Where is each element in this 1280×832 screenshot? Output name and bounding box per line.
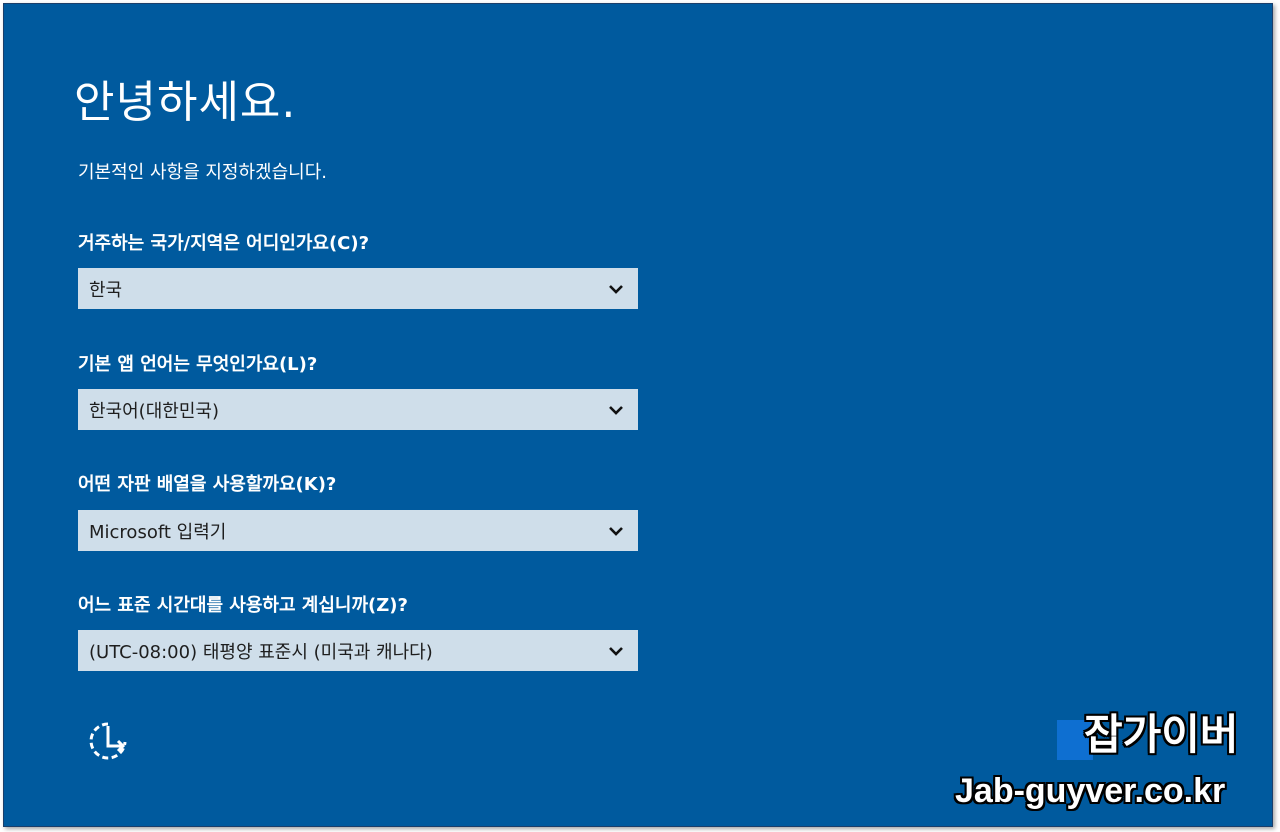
- page-title: 안녕하세요.: [74, 77, 297, 128]
- timezone-label: 어느 표준 시간대를 사용하고 계십니까(Z)?: [78, 595, 408, 616]
- keyboard-label: 어떤 자판 배열을 사용할까요(K)?: [78, 474, 337, 495]
- timezone-value: (UTC-08:00) 태평양 표준시 (미국과 캐나다): [89, 641, 433, 663]
- chevron-down-icon: [609, 284, 623, 294]
- timezone-dropdown[interactable]: (UTC-08:00) 태평양 표준시 (미국과 캐나다): [78, 630, 638, 671]
- ease-of-access-icon[interactable]: [84, 718, 132, 766]
- keyboard-value: Microsoft 입력기: [89, 521, 227, 543]
- app-language-label: 기본 앱 언어는 무엇인가요(L)?: [78, 354, 318, 375]
- region-label: 거주하는 국가/지역은 어디인가요(C)?: [78, 233, 370, 254]
- region-value: 한국: [89, 279, 123, 301]
- page-subtitle: 기본적인 사항을 지정하겠습니다.: [78, 162, 328, 183]
- watermark-url: Jab-guyver.co.kr: [955, 772, 1226, 810]
- chevron-down-icon: [609, 405, 623, 415]
- app-language-value: 한국어(대한민국): [89, 400, 219, 422]
- watermark-korean: 잡가이버: [1084, 710, 1239, 759]
- chevron-down-icon: [609, 526, 623, 536]
- app-language-dropdown[interactable]: 한국어(대한민국): [78, 389, 638, 430]
- region-dropdown[interactable]: 한국: [78, 268, 638, 309]
- setup-window: 안녕하세요. 기본적인 사항을 지정하겠습니다. 거주하는 국가/지역은 어디인…: [3, 3, 1273, 827]
- chevron-down-icon: [609, 646, 623, 656]
- keyboard-dropdown[interactable]: Microsoft 입력기: [78, 510, 638, 551]
